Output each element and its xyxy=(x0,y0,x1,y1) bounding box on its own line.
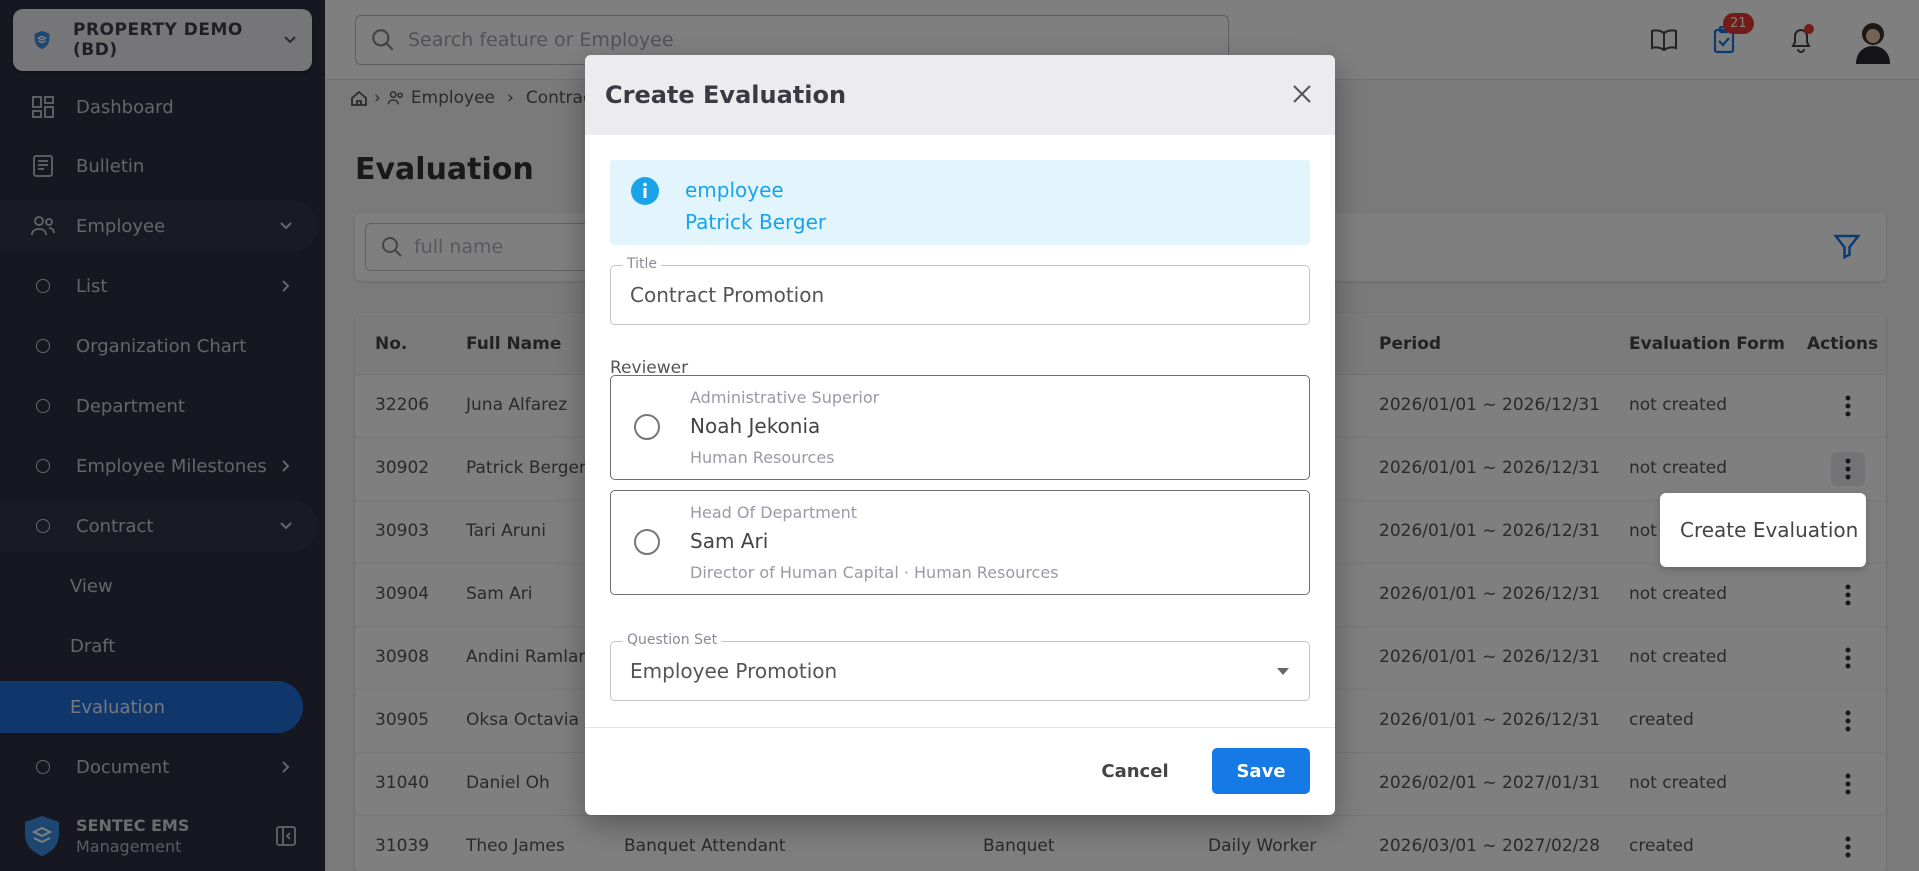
reviewer-name: Sam Ari xyxy=(690,529,769,553)
info-icon xyxy=(631,177,659,205)
cancel-button[interactable]: Cancel xyxy=(1085,748,1185,794)
title-field[interactable]: Title Contract Promotion xyxy=(610,256,1310,325)
employee-info-alert: employee Patrick Berger xyxy=(610,160,1310,245)
dialog-header: Create Evaluation xyxy=(585,55,1335,135)
info-label: employee xyxy=(685,178,784,202)
create-evaluation-menu-item[interactable]: Create Evaluation xyxy=(1660,493,1866,567)
question-set-label: Question Set xyxy=(623,632,722,648)
question-set-select[interactable]: Question Set Employee Promotion xyxy=(610,632,1310,701)
title-field-value: Contract Promotion xyxy=(630,283,825,307)
reviewer-role: Head Of Department xyxy=(690,503,858,522)
dialog-title: Create Evaluation xyxy=(605,81,847,109)
reviewer-department: Human Resources xyxy=(690,448,835,467)
question-set-value: Employee Promotion xyxy=(630,659,838,683)
title-field-label: Title xyxy=(623,256,662,272)
employee-name: Patrick Berger xyxy=(685,210,827,234)
dialog-footer: Cancel Save xyxy=(585,727,1335,815)
radio-button[interactable] xyxy=(634,414,660,440)
reviewer-option-head-of-department[interactable]: Head Of Department Sam Ari Director of H… xyxy=(610,490,1310,595)
radio-button[interactable] xyxy=(634,529,660,555)
create-evaluation-dialog: Create Evaluation employee Patrick Berge… xyxy=(585,55,1335,815)
save-button[interactable]: Save xyxy=(1212,748,1310,794)
close-icon[interactable] xyxy=(1287,79,1317,109)
caret-down-icon xyxy=(1277,668,1289,675)
reviewer-name: Noah Jekonia xyxy=(690,414,821,438)
reviewer-option-administrative-superior[interactable]: Administrative Superior Noah Jekonia Hum… xyxy=(610,375,1310,480)
reviewer-role: Administrative Superior xyxy=(690,388,880,407)
reviewer-department: Director of Human Capital · Human Resour… xyxy=(690,563,1059,582)
